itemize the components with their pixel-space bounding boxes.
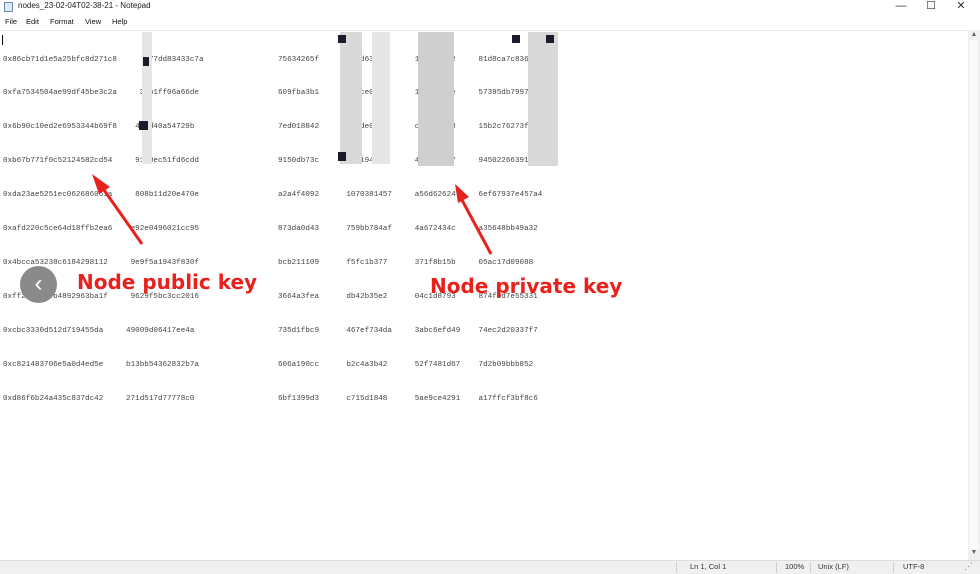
private-key-arrow-icon (455, 184, 493, 255)
annotation-arrows (92, 174, 493, 255)
public-key-arrow-icon (92, 174, 144, 245)
